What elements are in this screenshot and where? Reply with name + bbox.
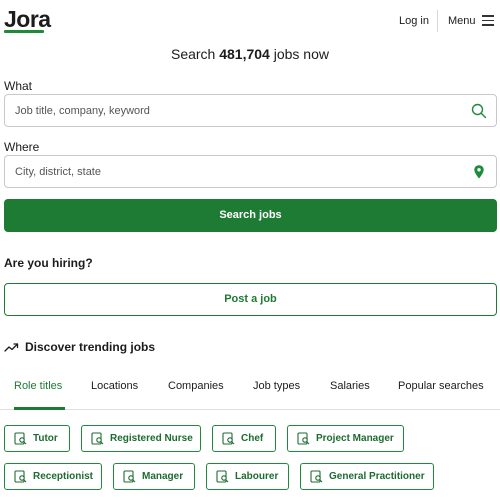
where-field[interactable] — [4, 155, 497, 188]
active-tab-indicator — [14, 407, 65, 410]
page-headline: Search 481,704 jobs now — [0, 46, 500, 62]
what-label: What — [4, 79, 33, 93]
job-count: 481,704 — [219, 46, 270, 62]
chip-registered-nurse[interactable]: Registered Nurse — [81, 425, 201, 452]
chip-label: Project Manager — [316, 433, 394, 444]
search-doc-icon — [297, 432, 310, 445]
chip-manager[interactable]: Manager — [113, 463, 195, 490]
trending-heading: Discover trending jobs — [25, 340, 156, 354]
menu-button[interactable]: Menu — [448, 15, 476, 27]
where-label: Where — [4, 140, 40, 154]
location-pin-icon[interactable] — [471, 164, 487, 180]
chip-label: Receptionist — [33, 471, 94, 482]
chip-label: Registered Nurse — [110, 433, 193, 444]
post-job-button[interactable]: Post a job — [4, 283, 497, 316]
headline-prefix: Search — [170, 46, 220, 62]
jora-logo[interactable]: Jora — [4, 6, 51, 33]
tab-popular-searches[interactable]: Popular searches — [398, 380, 484, 392]
chip-label: General Practitioner — [329, 471, 425, 482]
logo-underline — [4, 30, 44, 33]
chip-label: Manager — [142, 471, 184, 482]
tab-role-titles[interactable]: Role titles — [14, 380, 62, 392]
headline-suffix: jobs now — [269, 46, 329, 62]
search-doc-icon — [310, 470, 323, 483]
login-link[interactable]: Log in — [399, 15, 429, 27]
search-doc-icon — [222, 432, 235, 445]
tab-companies[interactable]: Companies — [168, 380, 224, 392]
where-input[interactable] — [15, 156, 455, 187]
chip-label: Chef — [241, 433, 264, 444]
search-doc-icon — [14, 470, 27, 483]
chip-label: Labourer — [235, 471, 279, 482]
tab-salaries[interactable]: Salaries — [330, 380, 370, 392]
tab-locations[interactable]: Locations — [91, 380, 138, 392]
site-header: Jora Log in Menu — [0, 0, 500, 40]
search-doc-icon — [91, 432, 104, 445]
what-input[interactable] — [15, 95, 455, 126]
chip-general-practitioner[interactable]: General Practitioner — [300, 463, 434, 490]
hiring-heading: Are you hiring? — [4, 256, 93, 270]
trending-up-icon — [4, 343, 19, 352]
chip-receptionist[interactable]: Receptionist — [4, 463, 102, 490]
chip-label: Tutor — [33, 433, 58, 444]
search-doc-icon — [123, 470, 136, 483]
chip-tutor[interactable]: Tutor — [4, 425, 70, 452]
what-field[interactable] — [4, 94, 497, 127]
search-icon[interactable] — [471, 103, 487, 119]
search-doc-icon — [14, 432, 27, 445]
chip-chef[interactable]: Chef — [212, 425, 276, 452]
search-doc-icon — [216, 470, 229, 483]
chip-labourer[interactable]: Labourer — [206, 463, 289, 490]
search-jobs-button[interactable]: Search jobs — [4, 199, 497, 232]
tab-job-types[interactable]: Job types — [253, 380, 300, 392]
hamburger-icon[interactable] — [482, 15, 494, 26]
chip-project-manager[interactable]: Project Manager — [287, 425, 404, 452]
header-divider — [437, 10, 438, 32]
trending-tabs: Role titles Locations Companies Job type… — [0, 374, 500, 410]
